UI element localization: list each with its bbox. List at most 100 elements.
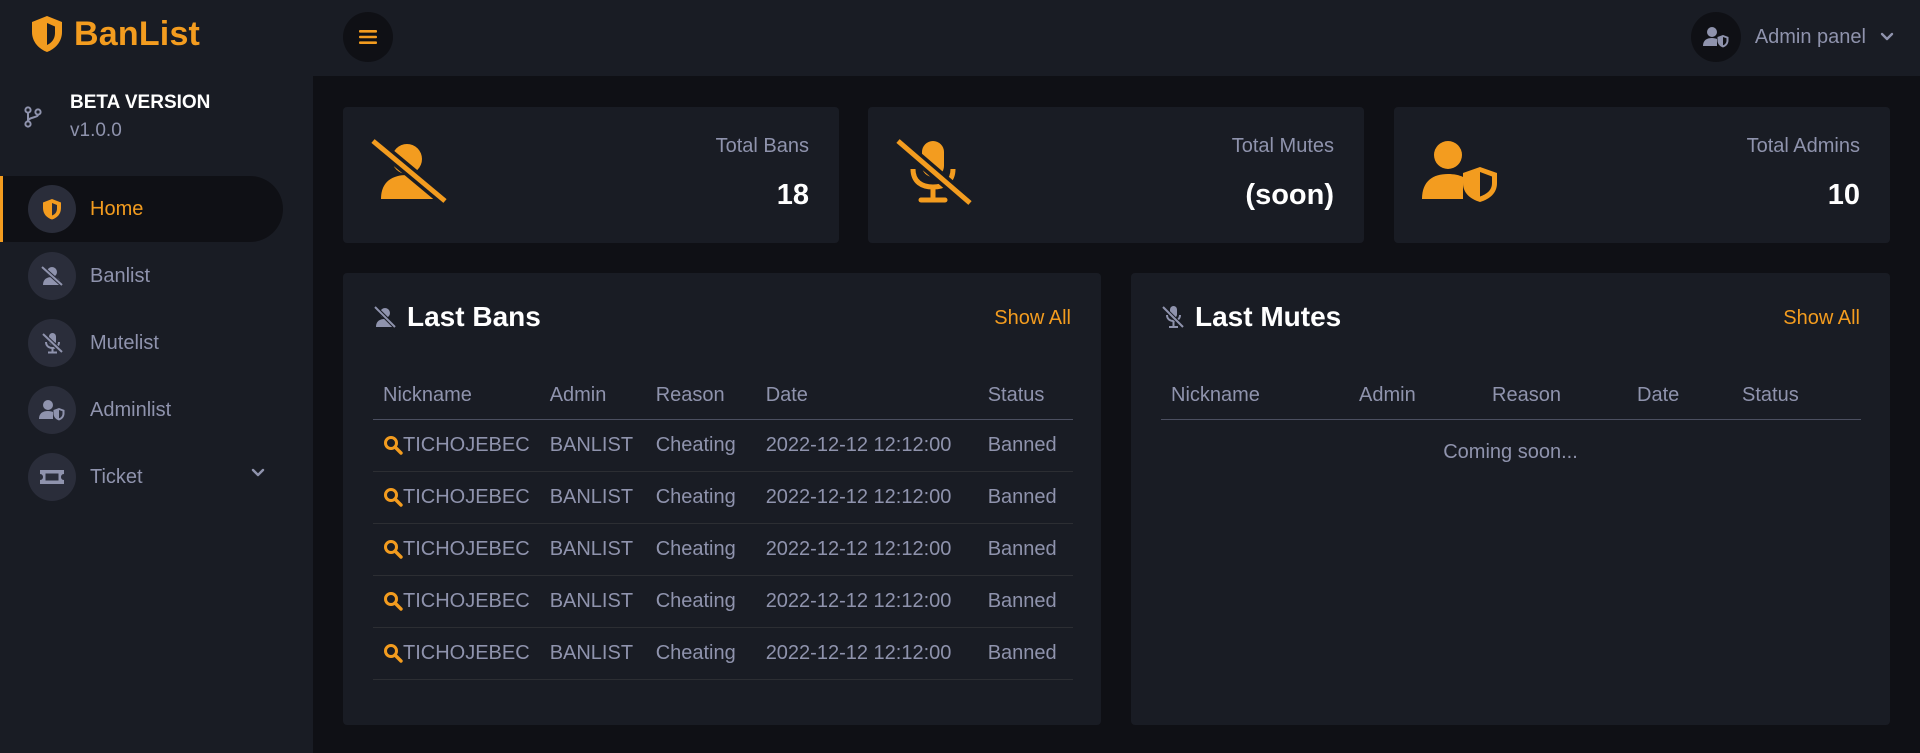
search-icon[interactable] (383, 591, 403, 611)
stat-label: Total Admins (1746, 135, 1860, 157)
status-cell: Banned (977, 523, 1073, 576)
user-slash-icon (28, 252, 76, 300)
stat-label: Total Mutes (1231, 135, 1334, 157)
sidebar-item-mutelist[interactable]: Mutelist (0, 310, 283, 376)
table-row: TICHOJEBEC BANLIST Cheating 2022-12-12 12:1… (373, 523, 1073, 576)
column-header: Status (1732, 373, 1861, 420)
reason-cell: Cheating (645, 575, 756, 628)
search-icon[interactable] (383, 487, 403, 507)
nickname-cell[interactable]: TICHOJEBEC (373, 471, 540, 524)
panel-title: Last Mutes (1195, 301, 1342, 332)
sidebar-item-label: Home (90, 197, 144, 220)
user-slash-icon (371, 139, 447, 203)
date-cell: 2022-12-12 12:12:00 (755, 627, 978, 680)
sidebar-nav: Home Banlist Mutelist Adminlist Ticket (0, 176, 313, 511)
search-icon[interactable] (383, 643, 403, 663)
nickname-cell[interactable]: TICHOJEBEC (373, 523, 540, 576)
date-cell: 2022-12-12 12:12:00 (755, 471, 978, 524)
status-cell: Banned (977, 575, 1073, 628)
version-title: BETA VERSION (70, 92, 211, 113)
microphone-slash-icon (1161, 305, 1185, 329)
brand-logo[interactable]: BanList (30, 14, 200, 54)
date-cell: 2022-12-12 12:12:00 (755, 575, 978, 628)
git-branch-icon (24, 106, 42, 128)
stat-label: Total Bans (715, 135, 809, 157)
nickname-cell[interactable]: TICHOJEBEC (373, 627, 540, 680)
nickname[interactable]: TICHOJEBEC (403, 538, 530, 561)
sidebar-item-ticket[interactable]: Ticket (0, 444, 283, 510)
nickname[interactable]: TICHOJEBEC (403, 486, 530, 509)
user-shield-icon (1702, 27, 1729, 48)
column-header: Admin (539, 373, 646, 420)
version-info: BETA VERSION v1.0.0 (24, 92, 210, 142)
stat-value: (soon) (1245, 179, 1334, 211)
sidebar-item-label: Banlist (90, 264, 151, 287)
top-bar: Admin panel (313, 0, 1920, 76)
chevron-down-icon[interactable] (251, 468, 265, 478)
status-cell: Banned (977, 471, 1073, 524)
user-shield-icon (28, 386, 76, 434)
sidebar-item-adminlist[interactable]: Adminlist (0, 377, 283, 443)
admin-cell: BANLIST (539, 471, 646, 524)
menu-toggle-button[interactable] (343, 12, 393, 62)
stat-card-total-mutes: Total Mutes (soon) (868, 107, 1364, 243)
last-bans-panel: Last Bans Show All Nickname Admin Reason… (343, 273, 1101, 725)
nickname[interactable]: TICHOJEBEC (403, 434, 530, 457)
table-row: TICHOJEBEC BANLIST Cheating 2022-12-12 12:1… (373, 627, 1073, 680)
date-cell: 2022-12-12 12:12:00 (755, 523, 978, 576)
sidebar: BanList BETA VERSION v1.0.0 Home Banlist… (0, 0, 313, 753)
column-header: Status (977, 373, 1073, 420)
status-cell: Banned (977, 419, 1073, 472)
search-icon[interactable] (383, 539, 403, 559)
show-all-bans-link[interactable]: Show All (994, 307, 1071, 330)
microphone-slash-icon (896, 139, 972, 205)
panel-header: Last Mutes (1161, 301, 1341, 333)
user-slash-icon (373, 306, 397, 328)
version-number: v1.0.0 (70, 120, 122, 141)
column-header: Date (1627, 373, 1732, 420)
last-mutes-panel: Last Mutes Show All Nickname Admin Reaso… (1131, 273, 1890, 725)
avatar (1690, 12, 1741, 62)
nickname[interactable]: TICHOJEBEC (403, 590, 530, 613)
sidebar-item-label: Adminlist (90, 398, 172, 421)
sidebar-item-banlist[interactable]: Banlist (0, 243, 283, 309)
panel-title: Last Bans (407, 301, 541, 332)
reason-cell: Cheating (645, 523, 756, 576)
admin-cell: BANLIST (539, 575, 646, 628)
chevron-down-icon (1880, 32, 1894, 42)
last-mutes-table: Nickname Admin Reason Date Status (1161, 373, 1861, 420)
brand-name: BanList (74, 14, 201, 53)
nickname-cell[interactable]: TICHOJEBEC (373, 419, 540, 472)
sidebar-item-home[interactable]: Home (0, 176, 283, 242)
table-row: TICHOJEBEC BANLIST Cheating 2022-12-12 12:1… (373, 575, 1073, 628)
nickname[interactable]: TICHOJEBEC (403, 642, 530, 665)
show-all-mutes-link[interactable]: Show All (1783, 307, 1860, 330)
microphone-slash-icon (28, 319, 76, 367)
search-icon[interactable] (383, 435, 403, 455)
column-header: Reason (1482, 373, 1627, 420)
main-content: Total Bans 18 Total Mutes (soon) Total A… (313, 76, 1920, 753)
admin-cell: BANLIST (539, 627, 646, 680)
profile-label: Admin panel (1754, 25, 1866, 48)
table-header-row: Nickname Admin Reason Date Status (1161, 373, 1861, 420)
table-header-row: Nickname Admin Reason Date Status (373, 373, 1073, 420)
stat-card-total-bans: Total Bans 18 (343, 107, 839, 243)
shield-icon (30, 15, 64, 53)
column-header: Date (755, 373, 978, 420)
admin-cell: BANLIST (539, 419, 646, 472)
reason-cell: Cheating (645, 471, 756, 524)
nickname-cell[interactable]: TICHOJEBEC (373, 575, 540, 628)
panel-header: Last Bans (373, 301, 541, 333)
date-cell: 2022-12-12 12:12:00 (755, 419, 978, 472)
reason-cell: Cheating (645, 419, 756, 472)
last-bans-table: Nickname Admin Reason Date Status TICHOJ… (373, 373, 1073, 680)
status-cell: Banned (977, 627, 1073, 680)
hamburger-icon (359, 29, 377, 45)
table-row: TICHOJEBEC BANLIST Cheating 2022-12-12 12:1… (373, 419, 1073, 472)
ticket-icon (28, 453, 76, 501)
shield-icon (28, 185, 76, 233)
stat-value: 10 (1827, 179, 1860, 211)
column-header: Reason (645, 373, 756, 420)
table-row: TICHOJEBEC BANLIST Cheating 2022-12-12 12:1… (373, 471, 1073, 524)
profile-dropdown[interactable]: Admin panel (1690, 12, 1894, 62)
